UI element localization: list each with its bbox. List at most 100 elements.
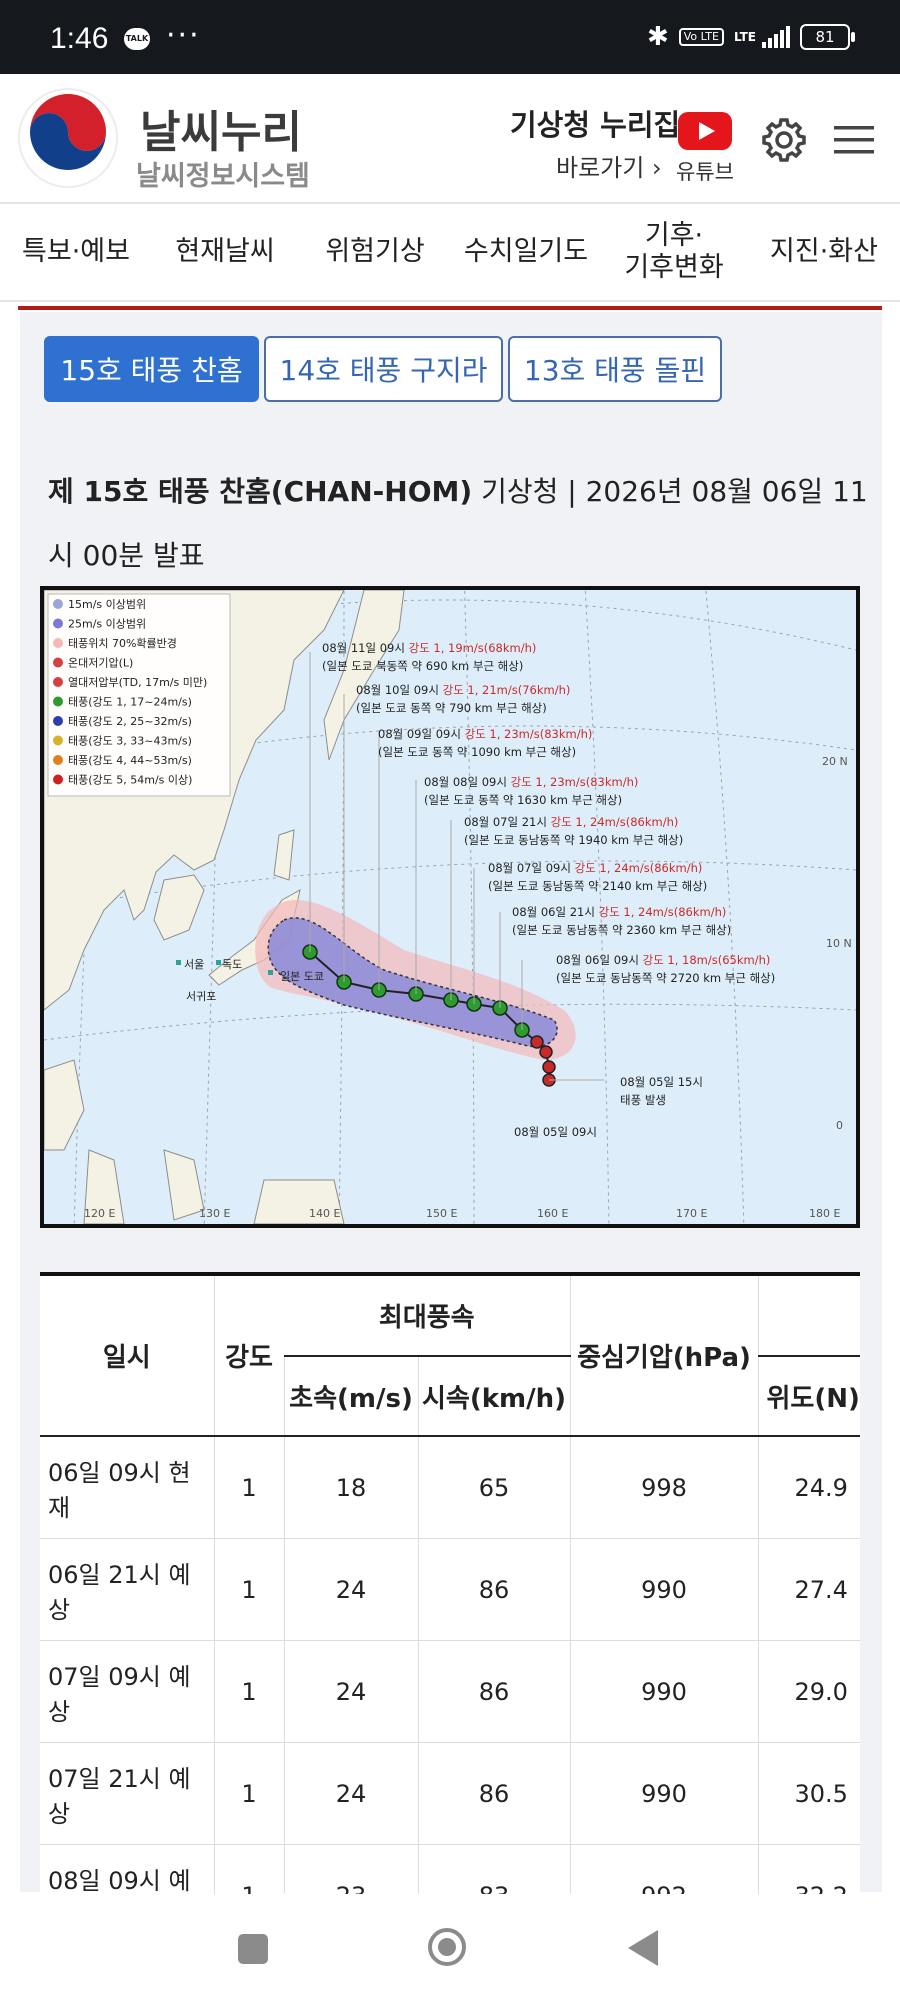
lon-label: 140 E	[309, 1207, 340, 1220]
nav-item-forecast[interactable]: 특보·예보	[8, 204, 144, 300]
nav-item-earthquake-volcano[interactable]: 지진·화산	[754, 204, 894, 300]
annotation-location: (일본 도쿄 동쪽 약 790 km 부근 해상)	[356, 701, 547, 715]
legend-item: 25m/s 이상범위	[68, 618, 146, 631]
annotation-location: (일본 도쿄 북동쪽 약 690 km 부근 해상)	[322, 659, 523, 673]
header-strength: 강도	[213, 1276, 284, 1436]
tab-typhoon-13[interactable]: 13호 태풍 돌핀	[508, 336, 722, 402]
header-max-wind: 최대풍속	[284, 1276, 570, 1357]
typhoon-name: 제 15호 태풍 찬홈(CHAN-HOM)	[48, 475, 473, 508]
cell-time: 07일 09시 예상	[40, 1640, 214, 1743]
annotation-location: (일본 도쿄 동남동쪽 약 1940 km 부근 해상)	[464, 833, 683, 847]
svg-text:08월 11일 09시 강도 1, 19m/s(68km/h: 08월 11일 09시 강도 1, 19m/s(68km/h)	[322, 641, 536, 655]
annotation-date: 08월 06일 21시	[512, 905, 595, 919]
nav-item-current-weather[interactable]: 현재날씨	[160, 204, 290, 300]
svg-text:08월 07일 21시 강도 1, 24m/s(86km/h: 08월 07일 21시 강도 1, 24m/s(86km/h)	[464, 815, 678, 829]
tab-typhoon-15[interactable]: 15호 태풍 찬홈	[44, 336, 259, 402]
kma-site-link[interactable]: 바로가기 ›	[556, 148, 662, 183]
legend-swatch	[53, 657, 63, 668]
place-dokdo: 독도	[222, 958, 242, 971]
annotation-strength: 강도 1, 24m/s(86km/h)	[599, 905, 727, 919]
legend-swatch	[53, 735, 63, 746]
header-time: 일시	[102, 1343, 151, 1373]
svg-text:08월 06일 09시 강도 1, 18m/s(65km/h: 08월 06일 09시 강도 1, 18m/s(65km/h)	[556, 953, 770, 967]
svg-text:08월 06일 21시 강도 1, 24m/s(86km/h: 08월 06일 21시 강도 1, 24m/s(86km/h)	[512, 905, 726, 919]
lte-label: LTE	[733, 30, 756, 44]
cell-speed-kmh: 83	[417, 1844, 570, 1900]
cell-strength: 1	[213, 1742, 284, 1845]
kma-logo[interactable]	[18, 88, 118, 188]
legend-item: 15m/s 이상범위	[68, 598, 146, 611]
cell-latitude: 30.5	[757, 1742, 860, 1845]
cell-strength: 1	[213, 1538, 284, 1641]
legend-item: 열대저압부(TD, 17m/s 미만)	[68, 676, 207, 689]
annotation-strength: 강도 1, 24m/s(86km/h)	[551, 815, 679, 829]
back-button[interactable]	[628, 1930, 658, 1966]
header-speed-ms: 초속(m/s)	[283, 1356, 418, 1436]
status-bar: 1:46 TALK ··· ✱ Vo LTE LTE 81	[0, 0, 900, 74]
forecast-table: 일시 강도 최대풍속 중심기압(hPa) 중심 초속(m/s) 시속(km/h)…	[40, 1276, 860, 1900]
map-legend: 15m/s 이상범위 25m/s 이상범위태풍위치 70%확률반경온대저기압(L)…	[47, 593, 231, 797]
legend-swatch	[53, 677, 63, 687]
cell-latitude: 29.0	[757, 1640, 860, 1743]
cell-time: 06일 09시 현재	[40, 1436, 214, 1539]
svg-text:08월 07일 09시 강도 1, 24m/s(86km/h: 08월 07일 09시 강도 1, 24m/s(86km/h)	[488, 861, 702, 875]
legend-item: 태풍위치 70%확률반경	[68, 637, 177, 650]
table-row: 06일 21시 예상 1 24 86 990 27.4	[40, 1538, 860, 1641]
main-nav: 특보·예보 현재날씨 위험기상 수치일기도 기후· 기후변화 지진·화산	[0, 204, 900, 302]
legend-swatch	[53, 774, 63, 785]
legend-swatch	[53, 618, 63, 629]
lon-label: 170 E	[676, 1207, 707, 1220]
cell-time: 07일 21시 예상	[40, 1742, 214, 1845]
annotation-date: 08월 06일 09시	[556, 953, 639, 967]
cell-speed-kmh: 86	[417, 1538, 570, 1641]
brand-title[interactable]: 날씨누리	[140, 96, 302, 160]
cell-speed-ms: 23	[283, 1844, 418, 1900]
typhoon-headline: 제 15호 태풍 찬홈(CHAN-HOM) 기상청 | 2026년 08월 06…	[48, 460, 868, 588]
cell-strength: 1	[213, 1640, 284, 1743]
brand-subtitle: 날씨정보시스템	[136, 161, 310, 192]
annotation-date: 08월 08일 09시	[424, 775, 507, 789]
more-notifications-icon: ···	[166, 18, 201, 53]
cell-time: 06일 21시 예상	[40, 1538, 214, 1641]
home-button[interactable]	[428, 1928, 466, 1966]
nav-item-hazard-weather[interactable]: 위험기상	[310, 204, 440, 300]
annotation-location: (일본 도쿄 동남동쪽 약 2360 km 부근 해상)	[512, 923, 731, 937]
lon-label: 120 E	[84, 1207, 115, 1220]
legend-item: 태풍(강도 1, 17~24m/s)	[68, 696, 192, 709]
nav-item-climate[interactable]: 기후· 기후변화	[612, 204, 736, 300]
annotation-location: (일본 도쿄 동쪽 약 1630 km 부근 해상)	[424, 793, 622, 807]
legend-item: 태풍(강도 4, 44~53m/s)	[68, 754, 192, 767]
cell-latitude: 32.2	[757, 1844, 860, 1900]
cell-speed-ms: 24	[283, 1742, 418, 1845]
annotation-location: (일본 도쿄 동남동쪽 약 2720 km 부근 해상)	[556, 971, 775, 985]
legend-swatch	[53, 716, 63, 726]
annotation-strength: 강도 1, 23m/s(83km/h)	[465, 727, 593, 741]
menu-icon[interactable]	[834, 124, 874, 156]
svg-text:08월 09일 09시 강도 1, 23m/s(83km/h: 08월 09일 09시 강도 1, 23m/s(83km/h)	[378, 727, 592, 741]
table-row: 08일 09시 예상 1 23 83 992 32.2	[40, 1844, 860, 1900]
lat-label: 20 N	[822, 755, 848, 768]
annotation-date: 08월 11일 09시	[322, 641, 405, 655]
gear-icon[interactable]	[760, 116, 808, 164]
kma-site-title[interactable]: 기상청 누리집	[510, 102, 680, 144]
table-row: 06일 09시 현재 1 18 65 998 24.9	[40, 1436, 860, 1539]
cell-strength: 1	[213, 1436, 284, 1539]
table-row: 07일 21시 예상 1 24 86 990 30.5	[40, 1742, 860, 1845]
place-tokyo: 일본 도쿄	[280, 969, 324, 983]
nav-item-numerical-chart[interactable]: 수치일기도	[454, 204, 598, 300]
header-latitude: 위도(N)	[757, 1356, 860, 1436]
lon-label: 180 E	[809, 1207, 840, 1220]
tab-typhoon-14[interactable]: 14호 태풍 구지라	[264, 336, 503, 402]
youtube-label[interactable]: 유튜브	[676, 156, 734, 186]
start-label: 08월 05일 09시	[514, 1125, 597, 1139]
site-header: 날씨누리 날씨정보시스템 기상청 누리집 바로가기 › 유튜브	[0, 74, 900, 204]
recent-apps-button[interactable]	[238, 1934, 268, 1964]
annotation-strength: 강도 1, 23m/s(83km/h)	[511, 775, 639, 789]
annotation-date: 08월 10일 09시	[356, 683, 439, 697]
header-center: 중심	[757, 1276, 860, 1357]
youtube-icon[interactable]	[678, 112, 732, 150]
section-divider	[18, 306, 882, 310]
forecast-table-container[interactable]: 일시 강도 최대풍속 중심기압(hPa) 중심 초속(m/s) 시속(km/h)…	[40, 1272, 860, 1900]
legend-item: 태풍(강도 2, 25~32m/s)	[68, 715, 192, 728]
typhoon-track-map[interactable]: 서울 독도 서귀포 일본 도쿄 08월 11일 09시 강도 1, 19m/s(…	[40, 586, 860, 1228]
